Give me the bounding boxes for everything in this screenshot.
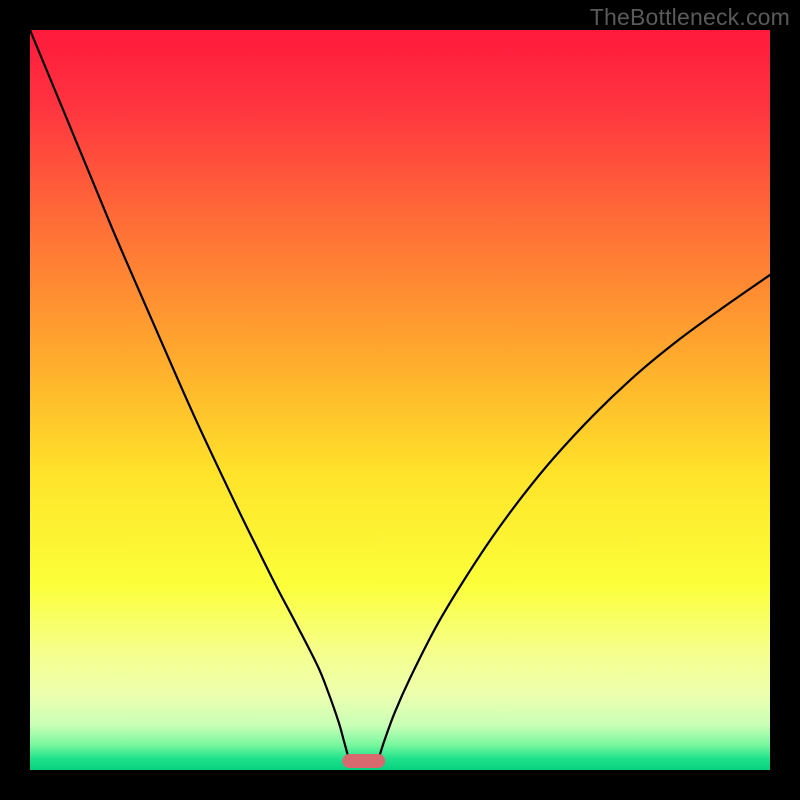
bottleneck-marker: [342, 754, 385, 768]
chart-frame: TheBottleneck.com: [0, 0, 800, 800]
watermark-text: TheBottleneck.com: [590, 4, 790, 31]
plot-area: [30, 30, 770, 770]
gradient-background: [30, 30, 770, 770]
chart-svg: [30, 30, 770, 770]
